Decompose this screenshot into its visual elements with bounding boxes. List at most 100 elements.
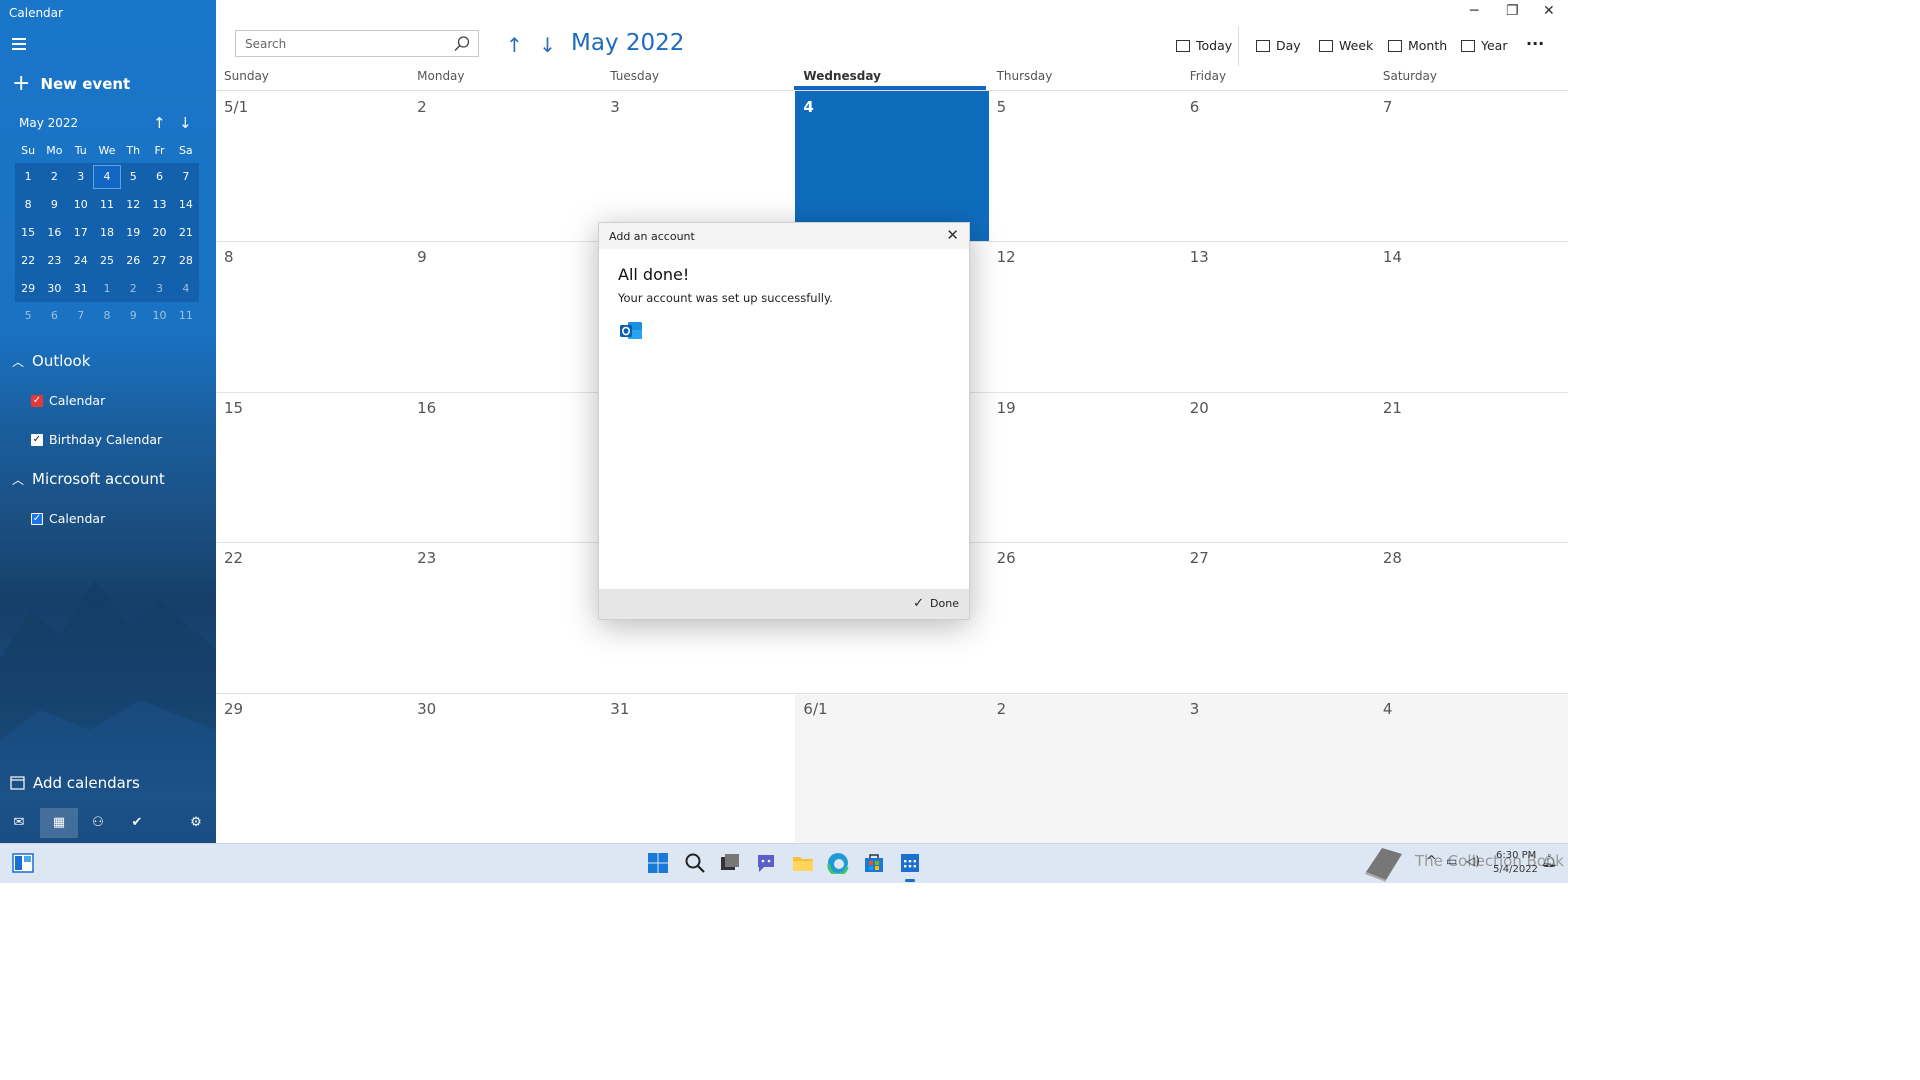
- add-calendars-button[interactable]: Add calendars: [10, 774, 140, 792]
- volume-icon[interactable]: ◁): [1466, 854, 1480, 868]
- mini-calendar-day[interactable]: 15: [15, 226, 41, 239]
- mini-calendar-day[interactable]: 9: [120, 309, 146, 322]
- store-icon[interactable]: [863, 852, 885, 874]
- mini-calendar-day[interactable]: 1: [15, 170, 41, 183]
- day-cell[interactable]: 20: [1182, 392, 1375, 542]
- day-cell[interactable]: 13: [1182, 241, 1375, 391]
- mini-calendar-day[interactable]: 11: [173, 309, 199, 322]
- day-cell[interactable]: 3: [602, 91, 795, 241]
- start-icon[interactable]: [647, 852, 669, 874]
- day-cell[interactable]: 14: [1375, 241, 1568, 391]
- day-cell[interactable]: 12: [989, 241, 1182, 391]
- mini-calendar-day[interactable]: 24: [68, 254, 94, 267]
- minimize-icon[interactable]: ─: [1470, 3, 1478, 19]
- day-cell[interactable]: 28: [1375, 542, 1568, 692]
- day-cell[interactable]: 15: [216, 392, 409, 542]
- calendar-icon[interactable]: ▦: [49, 815, 69, 831]
- month-view-button[interactable]: Month: [1388, 38, 1447, 53]
- day-cell[interactable]: 6/1: [795, 692, 989, 843]
- week-view-button[interactable]: Week: [1319, 38, 1373, 53]
- restore-icon[interactable]: ❐: [1506, 3, 1519, 19]
- edge-icon[interactable]: [827, 852, 849, 877]
- calendar-app-icon[interactable]: [899, 852, 921, 874]
- day-cell[interactable]: 2: [409, 91, 602, 241]
- microsoft-account-group-header[interactable]: ︿ Microsoft account: [12, 470, 165, 488]
- settings-icon[interactable]: ⚙: [186, 815, 206, 831]
- mini-calendar-day[interactable]: 21: [173, 226, 199, 239]
- mini-calendar-day[interactable]: 1: [94, 282, 120, 295]
- mini-calendar-day[interactable]: 13: [146, 198, 172, 211]
- day-cell[interactable]: 23: [409, 542, 602, 692]
- day-cell[interactable]: 5: [989, 91, 1182, 241]
- network-icon[interactable]: ▭: [1446, 854, 1457, 868]
- mini-calendar-day[interactable]: 6: [146, 170, 172, 183]
- mini-calendar-day[interactable]: 28: [173, 254, 199, 267]
- mini-calendar-day[interactable]: 11: [94, 198, 120, 211]
- mini-calendar-day[interactable]: 26: [120, 254, 146, 267]
- previous-period-arrow-icon[interactable]: ↑: [506, 33, 523, 57]
- mini-calendar-day[interactable]: 19: [120, 226, 146, 239]
- mini-calendar-day[interactable]: 30: [41, 282, 67, 295]
- today-button[interactable]: Today: [1176, 38, 1232, 53]
- calendar-item-outlook-calendar[interactable]: ✓ Calendar: [31, 393, 105, 408]
- search-box[interactable]: Search: [235, 30, 479, 57]
- mini-calendar-day[interactable]: 6: [41, 309, 67, 322]
- mini-calendar-day[interactable]: 8: [94, 309, 120, 322]
- day-cell[interactable]: 22: [216, 542, 409, 692]
- day-cell[interactable]: 6: [1182, 91, 1375, 241]
- mini-calendar-day[interactable]: 18: [94, 226, 120, 239]
- mini-calendar-day[interactable]: 29: [15, 282, 41, 295]
- file-explorer-icon[interactable]: [792, 852, 814, 874]
- next-month-arrow-icon[interactable]: ↓: [179, 114, 192, 132]
- checkbox-checked-icon[interactable]: ✓: [31, 512, 43, 525]
- previous-month-arrow-icon[interactable]: ↑: [153, 114, 166, 132]
- widgets-icon[interactable]: [12, 852, 34, 874]
- search-placeholder[interactable]: Search: [245, 37, 286, 51]
- mini-calendar-day[interactable]: 23: [41, 254, 67, 267]
- mini-calendar-month[interactable]: May 2022: [19, 116, 78, 130]
- calendar-item-microsoft-calendar[interactable]: ✓ Calendar: [31, 511, 105, 526]
- mini-calendar-day[interactable]: 25: [94, 254, 120, 267]
- clock-date[interactable]: 5/4/2022: [1493, 864, 1538, 875]
- mini-calendar-day[interactable]: 31: [68, 282, 94, 295]
- checkbox-checked-icon[interactable]: ✓: [31, 433, 43, 446]
- mini-calendar-day[interactable]: 4: [92, 164, 122, 189]
- mini-calendar-day[interactable]: 5: [120, 170, 146, 183]
- day-cell[interactable]: 4: [795, 91, 989, 242]
- chevron-up-tray-icon[interactable]: ^: [1426, 854, 1437, 869]
- day-view-button[interactable]: Day: [1256, 38, 1301, 53]
- day-cell[interactable]: 9: [409, 241, 602, 391]
- mini-calendar-day[interactable]: 22: [15, 254, 41, 267]
- mini-calendar-day[interactable]: 5: [15, 309, 41, 322]
- task-view-icon[interactable]: [719, 852, 741, 874]
- more-options-button[interactable]: ···: [1526, 34, 1544, 53]
- day-cell[interactable]: 26: [989, 542, 1182, 692]
- year-view-button[interactable]: Year: [1461, 38, 1507, 53]
- clock-time[interactable]: 6:30 PM: [1496, 850, 1536, 861]
- day-cell[interactable]: 7: [1375, 91, 1568, 241]
- mini-calendar-day[interactable]: 10: [146, 309, 172, 322]
- month-title[interactable]: May 2022: [571, 30, 684, 56]
- calendar-item-birthday-calendar[interactable]: ✓ Birthday Calendar: [31, 432, 162, 447]
- close-window-icon[interactable]: ✕: [1543, 3, 1555, 19]
- mini-calendar-day[interactable]: 3: [68, 170, 94, 183]
- day-cell[interactable]: 21: [1375, 392, 1568, 542]
- day-cell[interactable]: 27: [1182, 542, 1375, 692]
- day-cell[interactable]: 2: [988, 692, 1182, 843]
- mini-calendar-day[interactable]: 3: [146, 282, 172, 295]
- done-button[interactable]: ✓ Done: [913, 596, 959, 611]
- mini-calendar-day[interactable]: 8: [15, 198, 41, 211]
- new-event-button[interactable]: + New event: [12, 73, 130, 95]
- day-cell[interactable]: 3: [1181, 692, 1375, 843]
- day-cell[interactable]: 4: [1374, 692, 1568, 843]
- mini-calendar-day[interactable]: 7: [68, 309, 94, 322]
- mail-icon[interactable]: ✉: [9, 815, 29, 831]
- mini-calendar-day[interactable]: 27: [146, 254, 172, 267]
- outlook-group-header[interactable]: ︿ Outlook: [12, 352, 90, 370]
- checkbox-checked-icon[interactable]: ✓: [31, 394, 43, 407]
- hamburger-menu-icon[interactable]: [12, 38, 26, 50]
- close-icon[interactable]: ✕: [946, 226, 959, 244]
- mini-calendar-day[interactable]: 16: [41, 226, 67, 239]
- mini-calendar-day[interactable]: 9: [41, 198, 67, 211]
- day-cell[interactable]: 19: [989, 392, 1182, 542]
